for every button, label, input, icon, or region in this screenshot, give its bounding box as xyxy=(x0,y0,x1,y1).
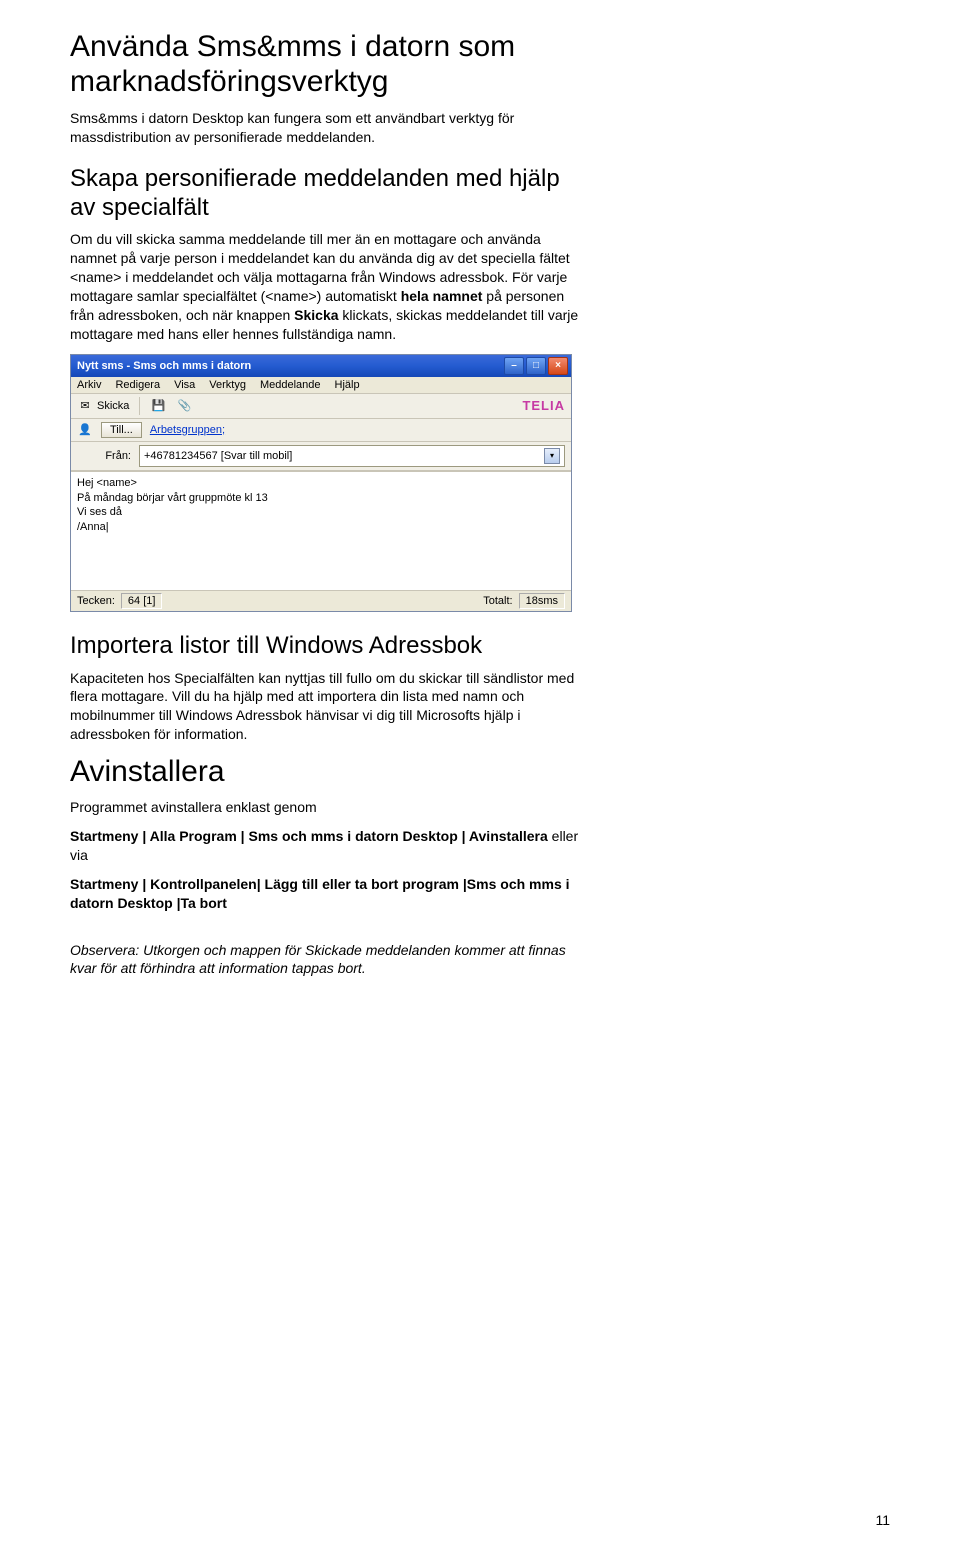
send-label: Skicka xyxy=(97,400,129,412)
status-tecken-value: 64 [1] xyxy=(121,593,163,609)
toolbar: ✉ Skicka 💾 📎 TELIA xyxy=(71,394,571,419)
importera-paragraph: Kapaciteten hos Specialfälten kan nyttja… xyxy=(70,669,590,745)
statusbar: Tecken: 64 [1] Totalt: 18sms xyxy=(71,590,571,611)
section-heading-importera: Importera listor till Windows Adressbok xyxy=(70,632,590,661)
path1-bold: Startmeny | Alla Program | Sms och mms i… xyxy=(70,828,548,844)
brand-logo: TELIA xyxy=(522,398,565,413)
to-row: 👤 Till... Arbetsgruppen; xyxy=(71,419,571,442)
observera-note: Observera: Utkorgen och mappen för Skick… xyxy=(70,941,590,979)
to-button[interactable]: Till... xyxy=(101,422,142,438)
contact-icon: 👤 xyxy=(77,422,93,438)
save-icon[interactable]: 💾 xyxy=(150,398,166,414)
from-label: Från: xyxy=(77,450,131,462)
specialfalt-paragraph: Om du vill skicka samma meddelande till … xyxy=(70,230,590,343)
titlebar: Nytt sms - Sms och mms i datorn – □ × xyxy=(71,355,571,377)
status-totalt-label: Totalt: xyxy=(483,595,512,607)
close-button[interactable]: × xyxy=(548,357,568,375)
toolbar-separator xyxy=(139,397,140,415)
menu-visa[interactable]: Visa xyxy=(174,379,195,391)
to-value[interactable]: Arbetsgruppen; xyxy=(150,424,225,436)
chevron-down-icon[interactable]: ▾ xyxy=(544,448,560,464)
section-heading-specialfalt: Skapa personifierade meddelanden med hjä… xyxy=(70,165,590,223)
status-totalt-value: 18sms xyxy=(519,593,565,609)
para2-bold2: Skicka xyxy=(294,307,338,323)
menubar: Arkiv Redigera Visa Verktyg Meddelande H… xyxy=(71,377,571,394)
minimize-button[interactable]: – xyxy=(504,357,524,375)
status-tecken-label: Tecken: xyxy=(77,595,115,607)
menu-redigera[interactable]: Redigera xyxy=(115,379,160,391)
from-value: +46781234567 [Svar till mobil] xyxy=(144,450,292,462)
avinstallera-intro: Programmet avinstallera enklast genom xyxy=(70,798,590,817)
sms-app-window: Nytt sms - Sms och mms i datorn – □ × Ar… xyxy=(70,354,572,612)
menu-verktyg[interactable]: Verktyg xyxy=(209,379,246,391)
envelope-icon: ✉ xyxy=(77,398,93,414)
attach-icon[interactable]: 📎 xyxy=(176,398,192,414)
menu-hjalp[interactable]: Hjälp xyxy=(335,379,360,391)
page-number: 11 xyxy=(875,1512,890,1528)
uninstall-path-1: Startmeny | Alla Program | Sms och mms i… xyxy=(70,827,590,865)
window-title: Nytt sms - Sms och mms i datorn xyxy=(77,360,251,372)
menu-meddelande[interactable]: Meddelande xyxy=(260,379,321,391)
maximize-button[interactable]: □ xyxy=(526,357,546,375)
from-row: Från: +46781234567 [Svar till mobil] ▾ xyxy=(71,442,571,471)
message-body[interactable]: Hej <name> På måndag börjar vårt gruppmö… xyxy=(71,471,571,590)
menu-arkiv[interactable]: Arkiv xyxy=(77,379,101,391)
send-button[interactable]: ✉ Skicka xyxy=(77,398,129,414)
uninstall-path-2: Startmeny | Kontrollpanelen| Lägg till e… xyxy=(70,875,590,913)
page-heading-1: Använda Sms&mms i datorn som marknadsför… xyxy=(70,30,590,99)
from-dropdown[interactable]: +46781234567 [Svar till mobil] ▾ xyxy=(139,445,565,467)
intro-paragraph: Sms&mms i datorn Desktop kan fungera som… xyxy=(70,109,590,147)
section-heading-avinstallera: Avinstallera xyxy=(70,754,590,790)
para2-bold1: hela namnet xyxy=(401,288,483,304)
window-controls: – □ × xyxy=(504,357,568,375)
